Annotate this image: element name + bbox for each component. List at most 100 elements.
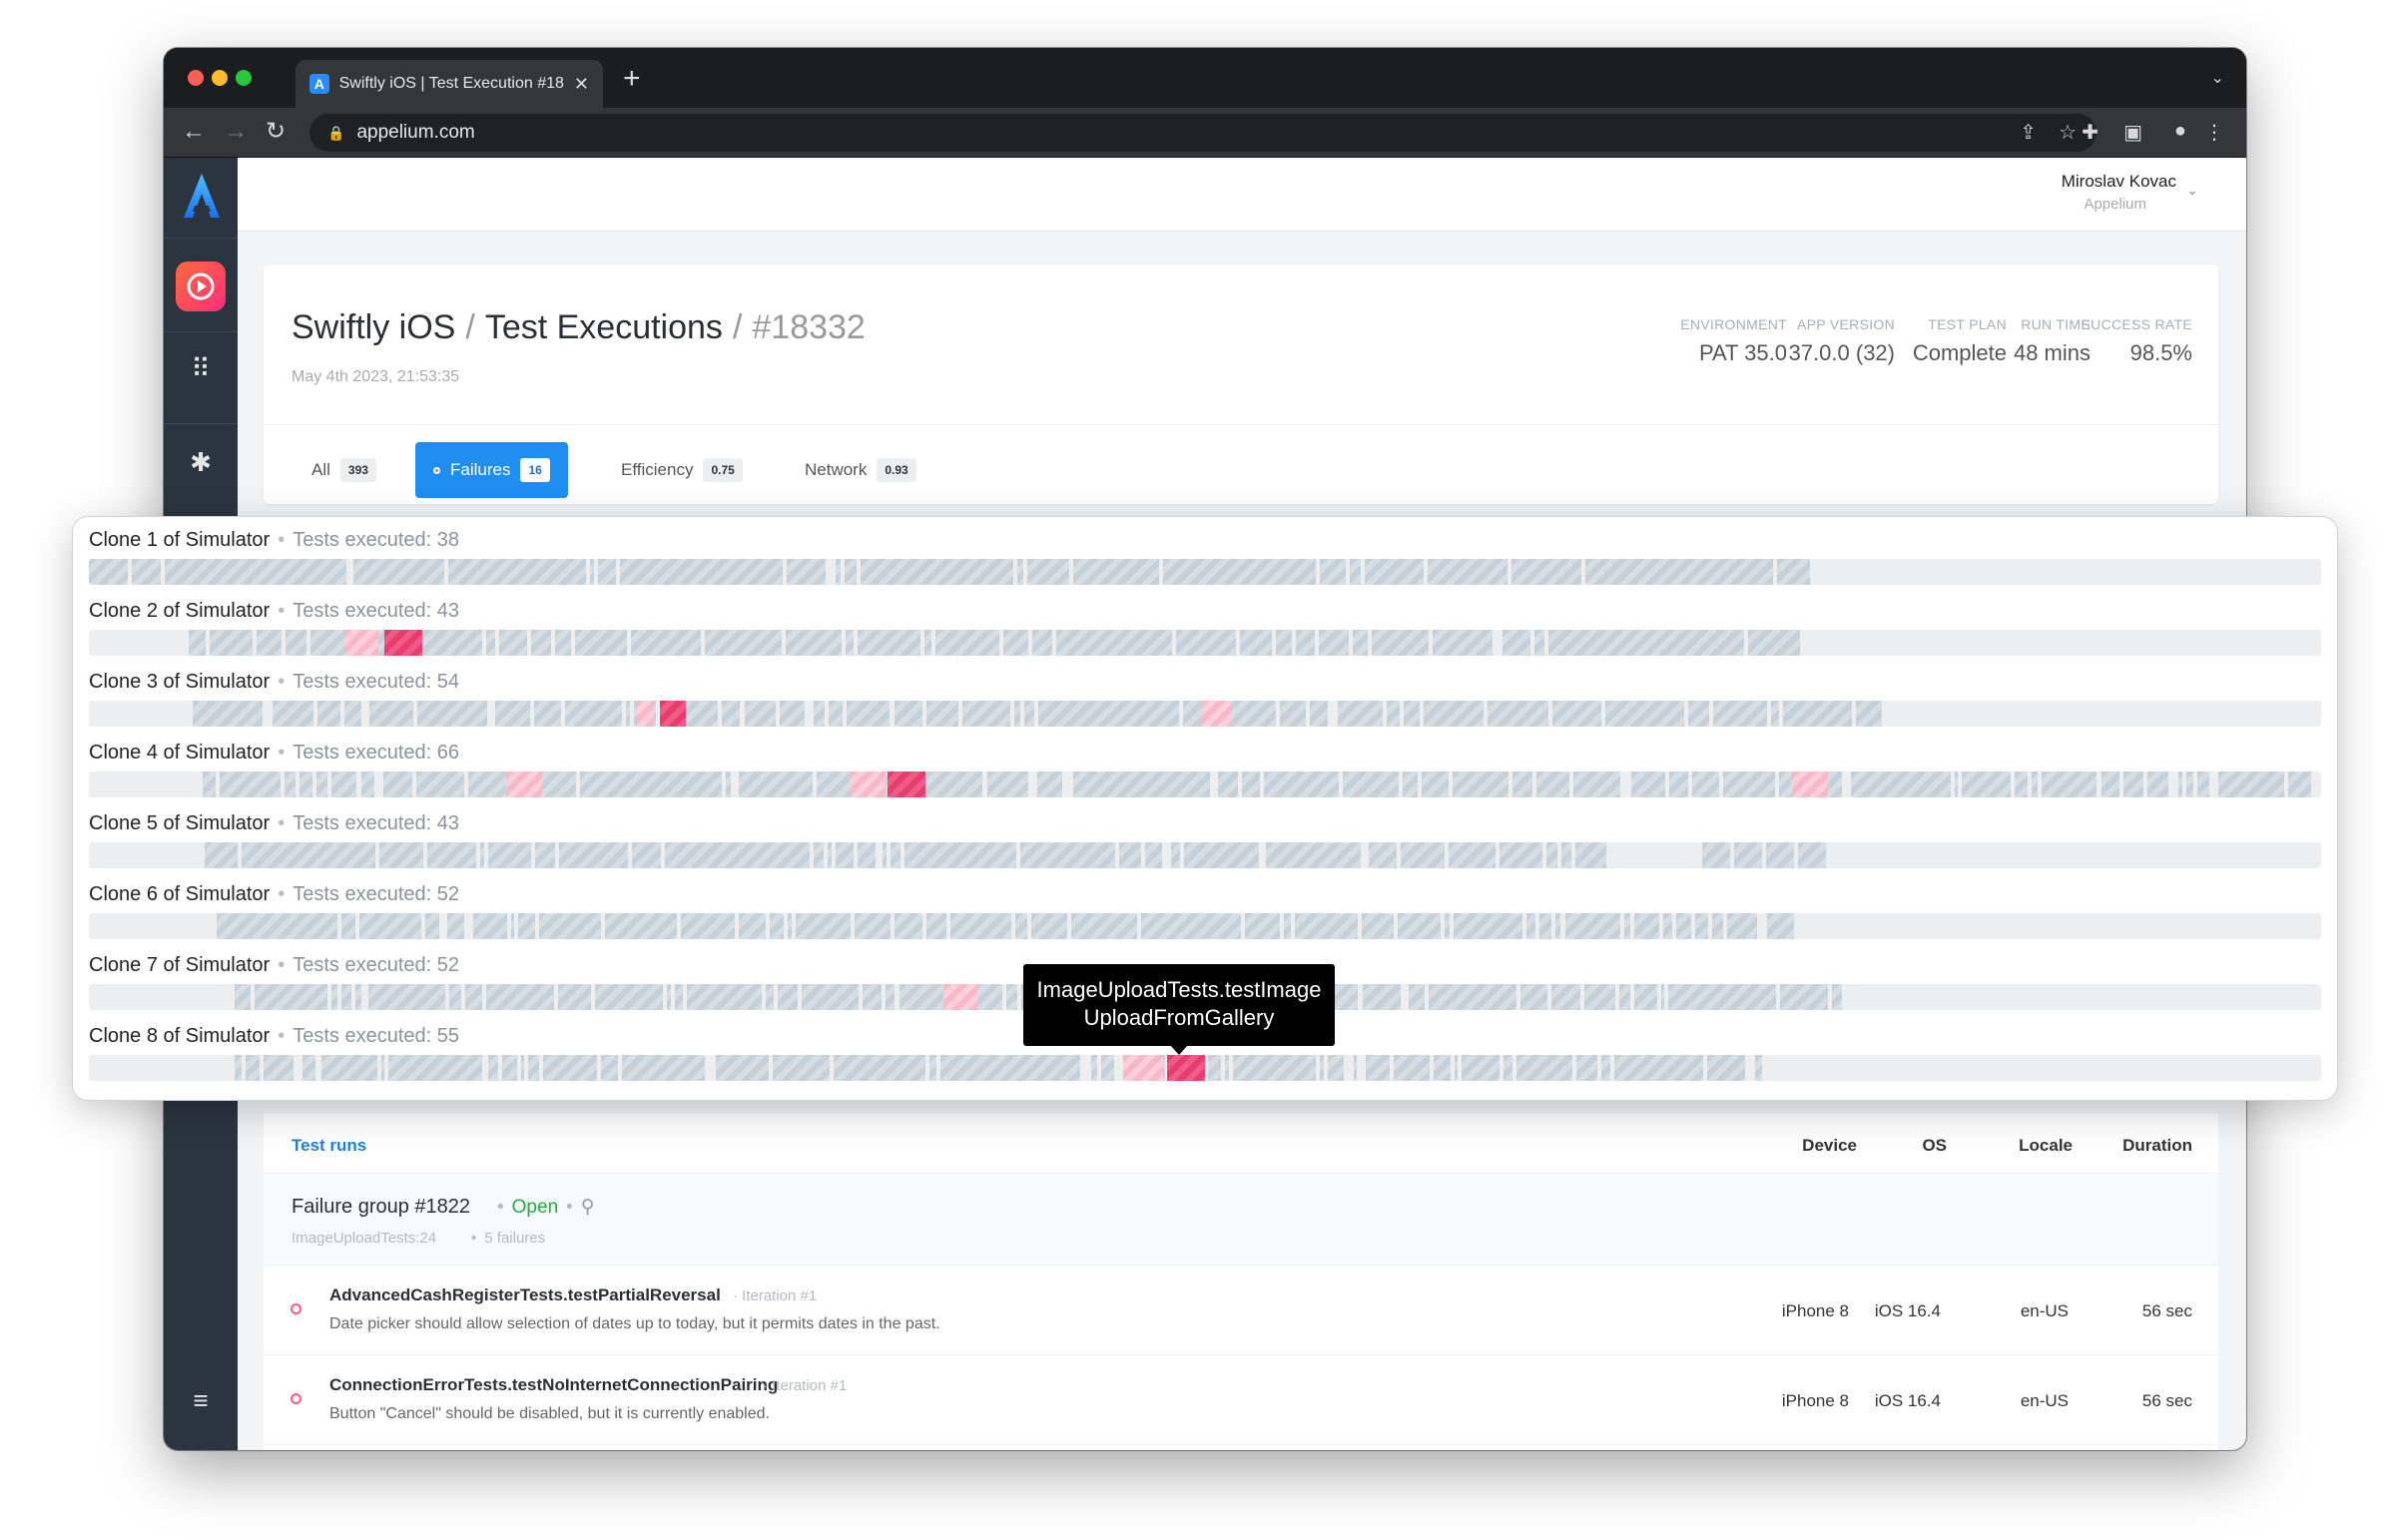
test-segment[interactable] bbox=[2196, 771, 2209, 797]
test-segment[interactable] bbox=[1675, 913, 1692, 939]
clone-timeline[interactable] bbox=[89, 630, 2321, 656]
breadcrumb-project[interactable]: Swiftly iOS bbox=[292, 308, 455, 346]
browser-menu-icon[interactable]: ⋮ bbox=[2204, 120, 2224, 145]
test-segment[interactable] bbox=[449, 984, 461, 1010]
flaky-test-segment[interactable] bbox=[850, 771, 886, 797]
test-segment[interactable] bbox=[235, 1055, 243, 1081]
browser-tab[interactable]: A Swiftly iOS | Test Execution #18332 ✕ bbox=[296, 60, 603, 108]
tab-search-chevron-icon[interactable]: ⌄ bbox=[2211, 68, 2224, 88]
test-segment[interactable] bbox=[383, 771, 412, 797]
clone-timeline[interactable] bbox=[89, 1055, 2321, 1081]
test-segment[interactable] bbox=[687, 984, 762, 1010]
test-segment[interactable] bbox=[788, 913, 792, 939]
test-segment[interactable] bbox=[857, 842, 877, 868]
test-segment[interactable] bbox=[542, 1055, 597, 1081]
test-segment[interactable] bbox=[464, 984, 483, 1010]
user-menu-chevron-icon[interactable]: ⌄ bbox=[2186, 182, 2198, 199]
test-segment[interactable] bbox=[600, 1055, 618, 1081]
test-segment[interactable] bbox=[1748, 630, 1800, 656]
failed-test-segment[interactable] bbox=[1167, 1055, 1205, 1081]
test-segment[interactable] bbox=[1118, 842, 1141, 868]
test-segment[interactable] bbox=[518, 913, 536, 939]
column-device[interactable]: Device bbox=[1802, 1136, 1857, 1156]
test-segment[interactable] bbox=[1575, 1055, 1598, 1081]
test-segment[interactable] bbox=[1954, 771, 1959, 797]
test-segment[interactable] bbox=[1401, 842, 1445, 868]
test-segment[interactable] bbox=[487, 1055, 498, 1081]
test-segment[interactable] bbox=[1777, 559, 1810, 585]
test-segment[interactable] bbox=[320, 1055, 378, 1081]
tab-efficiency[interactable]: Efficiency 0.75 bbox=[603, 442, 761, 498]
test-segment[interactable] bbox=[1090, 1055, 1098, 1081]
test-segment[interactable] bbox=[666, 984, 671, 1010]
test-segment[interactable] bbox=[1071, 913, 1137, 939]
test-segment[interactable] bbox=[722, 701, 741, 727]
test-segment[interactable] bbox=[745, 701, 777, 727]
breadcrumb-section[interactable]: Test Executions bbox=[485, 308, 723, 346]
test-segment[interactable] bbox=[355, 984, 362, 1010]
test-segment[interactable] bbox=[590, 559, 594, 585]
test-segment[interactable] bbox=[558, 984, 591, 1010]
test-segment[interactable] bbox=[1003, 630, 1029, 656]
test-segment[interactable] bbox=[2032, 771, 2038, 797]
test-segment[interactable] bbox=[705, 630, 783, 656]
test-segment[interactable] bbox=[263, 1055, 295, 1081]
test-segment[interactable] bbox=[1604, 701, 1684, 727]
test-segment[interactable] bbox=[594, 984, 663, 1010]
minimize-window-button[interactable] bbox=[212, 70, 228, 86]
test-segment[interactable] bbox=[846, 630, 855, 656]
clone-timeline[interactable] bbox=[89, 771, 2321, 797]
test-segment[interactable] bbox=[1487, 701, 1548, 727]
test-segment[interactable] bbox=[1661, 984, 1665, 1010]
test-segment[interactable] bbox=[1016, 559, 1023, 585]
test-segment[interactable] bbox=[1037, 771, 1062, 797]
clone-timeline[interactable] bbox=[89, 701, 2321, 727]
failed-test-segment[interactable] bbox=[888, 771, 925, 797]
test-segment[interactable] bbox=[926, 701, 959, 727]
flaky-test-segment[interactable] bbox=[1792, 771, 1828, 797]
test-segment[interactable] bbox=[621, 1055, 706, 1081]
test-segment[interactable] bbox=[934, 630, 1000, 656]
test-segment[interactable] bbox=[1015, 913, 1027, 939]
test-segment[interactable] bbox=[1175, 630, 1236, 656]
test-segment[interactable] bbox=[1368, 842, 1398, 868]
test-segment[interactable] bbox=[1723, 771, 1776, 797]
test-segment[interactable] bbox=[1856, 701, 1882, 727]
test-segment[interactable] bbox=[554, 630, 572, 656]
test-segment[interactable] bbox=[447, 559, 587, 585]
test-segment[interactable] bbox=[1279, 701, 1307, 727]
test-segment[interactable] bbox=[89, 559, 129, 585]
new-tab-icon[interactable]: + bbox=[623, 64, 641, 94]
test-segment[interactable] bbox=[510, 913, 514, 939]
test-segment[interactable] bbox=[1072, 559, 1159, 585]
test-segment[interactable] bbox=[1520, 984, 1548, 1010]
tab-failures[interactable]: Failures 16 bbox=[415, 442, 568, 498]
test-segment[interactable] bbox=[1265, 842, 1362, 868]
bug-icon[interactable]: ✱ bbox=[164, 447, 238, 478]
test-segment[interactable] bbox=[626, 701, 630, 727]
test-segment[interactable] bbox=[1546, 842, 1557, 868]
test-segment[interactable] bbox=[1533, 630, 1544, 656]
test-segment[interactable] bbox=[780, 701, 805, 727]
test-segment[interactable] bbox=[1502, 1055, 1512, 1081]
test-segment[interactable] bbox=[1564, 913, 1620, 939]
flaky-test-segment[interactable] bbox=[636, 701, 654, 727]
forward-arrow-icon[interactable]: → bbox=[224, 118, 248, 146]
test-segment[interactable] bbox=[716, 1055, 770, 1081]
test-segment[interactable] bbox=[1782, 701, 1853, 727]
test-segment[interactable] bbox=[1630, 771, 1665, 797]
test-segment[interactable] bbox=[891, 842, 901, 868]
tab-network[interactable]: Network 0.93 bbox=[787, 442, 934, 498]
test-segment[interactable] bbox=[1434, 1055, 1451, 1081]
address-bar[interactable]: 🔒 appelium.com ⇪ ☆ bbox=[309, 114, 2096, 152]
test-segment[interactable] bbox=[1444, 913, 1450, 939]
test-segment[interactable] bbox=[1962, 771, 2012, 797]
test-segment[interactable] bbox=[895, 913, 922, 939]
test-segment[interactable] bbox=[1350, 559, 1361, 585]
test-segment[interactable] bbox=[473, 913, 507, 939]
test-segment[interactable] bbox=[1006, 984, 1018, 1010]
test-segment[interactable] bbox=[1162, 559, 1317, 585]
test-segment[interactable] bbox=[1779, 984, 1828, 1010]
test-segment[interactable] bbox=[368, 701, 414, 727]
test-segment[interactable] bbox=[1692, 771, 1720, 797]
